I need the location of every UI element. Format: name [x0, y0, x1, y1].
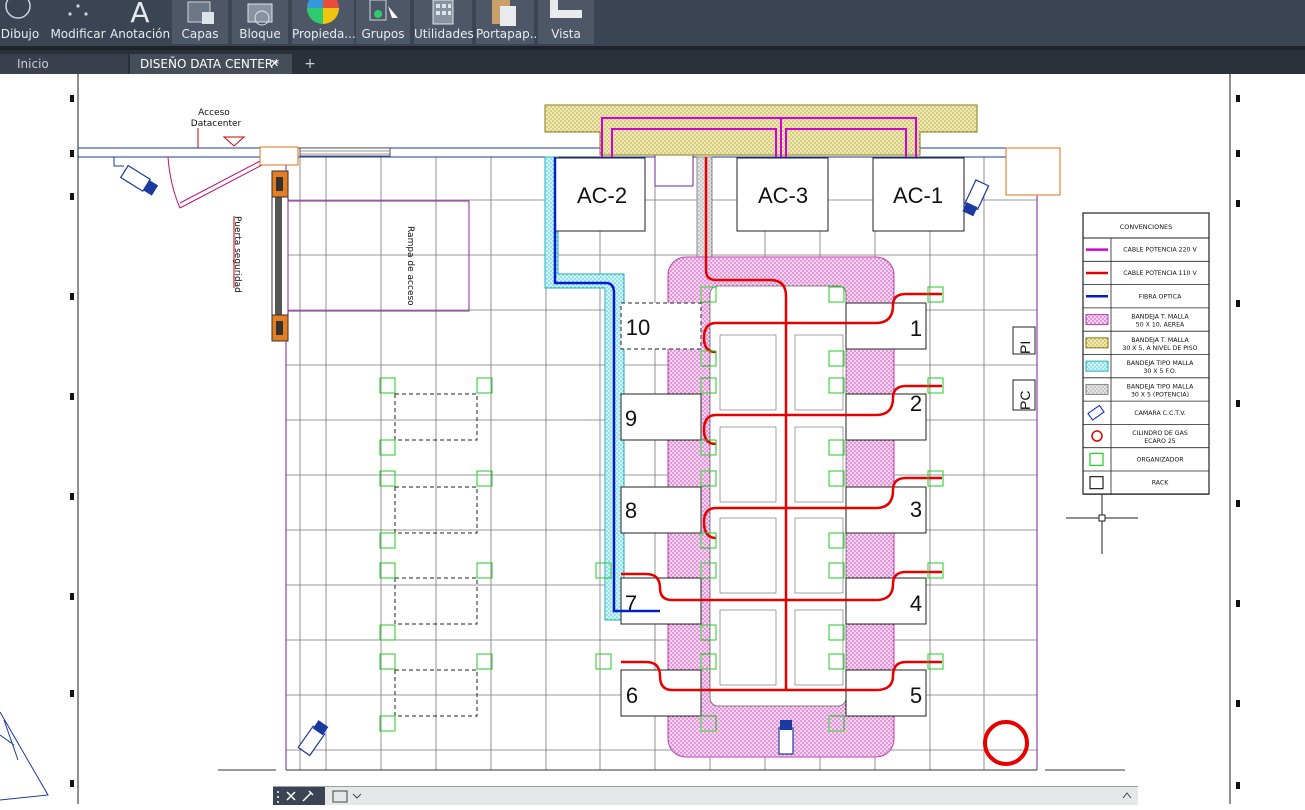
rack-6-label: 6 — [626, 683, 638, 708]
legend-text: CILINDRO DE GAS — [1132, 430, 1188, 437]
legend-text: 30 X 5 (POTENCIA) — [1131, 391, 1189, 398]
rack-10-label: 10 — [626, 315, 650, 340]
cctv-camera-icon — [778, 720, 794, 755]
hatch-cyan-icon — [1085, 360, 1109, 372]
draw-icon — [5, 0, 31, 19]
rack-1-label: 1 — [910, 316, 922, 341]
layers-icon — [187, 1, 214, 24]
ac-1-label: AC-1 — [893, 183, 943, 208]
panel-pc-label: PC — [1017, 391, 1033, 410]
legend-text: BANDEJA TIPO MALLA — [1127, 383, 1194, 390]
rack-8-label: 8 — [625, 498, 637, 523]
legend-text: CAMARA C.C.T.V. — [1134, 410, 1185, 417]
security-door — [271, 170, 289, 342]
rack-9-label: 9 — [625, 406, 637, 431]
tab-inicio[interactable]: Inicio — [0, 54, 128, 74]
legend-text: FIBRA OPTICA — [1139, 293, 1182, 300]
legend-text: BANDEJA TIPO MALLA — [1127, 360, 1194, 367]
document-tab-bar: Inicio DISEÑO DATA CENTER* ✕ + — [0, 46, 1305, 74]
command-prompt-icon[interactable] — [331, 789, 365, 803]
ribbon-panel-bloque[interactable]: Bloque — [232, 0, 288, 44]
modify-icon — [68, 4, 88, 16]
ribbon-label: Vista — [551, 27, 581, 41]
drawing-canvas[interactable]: Acceso Datacenter Puerta seguridad Rampa… — [0, 74, 1305, 804]
rack-5-label: 5 — [910, 683, 922, 708]
svg-text:A: A — [130, 0, 149, 28]
ribbon-panel-capas[interactable]: Capas — [172, 0, 228, 44]
tab-label: Inicio — [17, 57, 49, 71]
ribbon-panel-anotacion[interactable]: A Anotación — [110, 0, 170, 44]
legend-table: CONVENCIONES CABLE POTENCIA 220 V CABLE P… — [1082, 212, 1210, 495]
ribbon-panel-utilidades[interactable]: Utilidades — [414, 0, 474, 44]
clipboard-icon — [492, 0, 516, 26]
legend-text: CABLE POTENCIA 220 V — [1123, 247, 1197, 254]
ribbon-panel-dibujo[interactable]: Dibujo — [0, 0, 40, 44]
legend-title: CONVENCIONES — [1120, 223, 1173, 231]
ribbon-label: Dibujo — [0, 27, 40, 41]
ribbon-label: Bloque — [239, 27, 281, 41]
ribbon-label: Portapap... — [476, 27, 542, 41]
gas-cylinder-icon — [983, 720, 1029, 766]
hatch-gray-icon — [1085, 383, 1109, 395]
groups-icon — [369, 0, 398, 24]
ribbon-label: Utilidades — [414, 27, 474, 41]
legend-text: 50 X 10, AEREA — [1136, 322, 1185, 329]
access-label: Datacenter — [191, 119, 242, 129]
ribbon-label: Capas — [181, 27, 219, 41]
ribbon-panel-modificar[interactable]: Modificar — [50, 0, 106, 44]
command-line-grip[interactable] — [273, 787, 325, 805]
hatch-yellow-icon — [1085, 337, 1109, 349]
annotation-icon: A — [130, 0, 149, 28]
legend-text: ORGANIZADOR — [1136, 456, 1184, 463]
legend-text: CABLE POTENCIA 110 V — [1123, 270, 1197, 277]
legend-text: ECARO 25 — [1144, 438, 1176, 445]
ribbon-label: Grupos — [361, 27, 405, 41]
rack-4-label: 4 — [910, 591, 922, 616]
hatch-pink-icon — [1085, 314, 1109, 326]
new-tab-button[interactable]: + — [300, 54, 320, 74]
ac-2-label: AC-2 — [577, 183, 627, 208]
plus-icon: + — [304, 56, 316, 72]
legend-text: RACK — [1152, 480, 1169, 487]
ribbon-panel-grupos[interactable]: Grupos — [356, 0, 410, 44]
ruler-ticks-right — [1236, 95, 1240, 789]
legend-text: BANDEJA T. MALLA — [1131, 337, 1189, 344]
legend-text: 30 X 5, A NIVEL DE PISO — [1122, 345, 1197, 352]
access-door — [167, 156, 263, 209]
rack-2-label: 2 — [910, 391, 922, 416]
rack-3-label: 3 — [910, 497, 922, 522]
ramp-label: Rampa de acceso — [405, 226, 415, 306]
close-icon[interactable]: ✕ — [270, 54, 279, 74]
scroll-up-icon[interactable] — [1122, 789, 1132, 801]
ribbon-panel-propiedades[interactable]: Propieda... — [292, 0, 356, 44]
legend-text: BANDEJA T. MALLA — [1131, 314, 1189, 321]
command-line[interactable] — [273, 786, 1138, 805]
ribbon-label: Anotación — [110, 27, 171, 41]
legend-text: 30 X 5 F.O. — [1143, 368, 1176, 375]
panel-pi-label: PI — [1017, 341, 1033, 354]
ribbon: Dibujo Modificar A Anotación Capas Bloqu… — [0, 0, 1305, 46]
cctv-camera-icon — [962, 179, 990, 217]
view-icon — [550, 0, 582, 18]
ribbon-panel-portapapeles[interactable]: Portapap... — [476, 0, 542, 44]
calculator-icon — [432, 0, 454, 25]
ac-3-label: AC-3 — [758, 183, 808, 208]
access-label: Acceso — [198, 108, 230, 118]
ribbon-panel-vista[interactable]: Vista — [538, 0, 594, 44]
tab-label: DISEÑO DATA CENTER* — [140, 57, 280, 71]
cctv-camera-icon — [119, 164, 159, 196]
block-icon — [247, 3, 273, 26]
tab-diseno-data-center[interactable]: DISEÑO DATA CENTER* ✕ — [130, 54, 292, 74]
ribbon-label: Propieda... — [292, 27, 356, 41]
properties-icon — [307, 0, 339, 24]
command-tools-icon — [277, 790, 314, 803]
ruler-ticks-left — [70, 95, 74, 787]
ribbon-label: Modificar — [50, 27, 106, 41]
access-ramp — [287, 200, 470, 312]
